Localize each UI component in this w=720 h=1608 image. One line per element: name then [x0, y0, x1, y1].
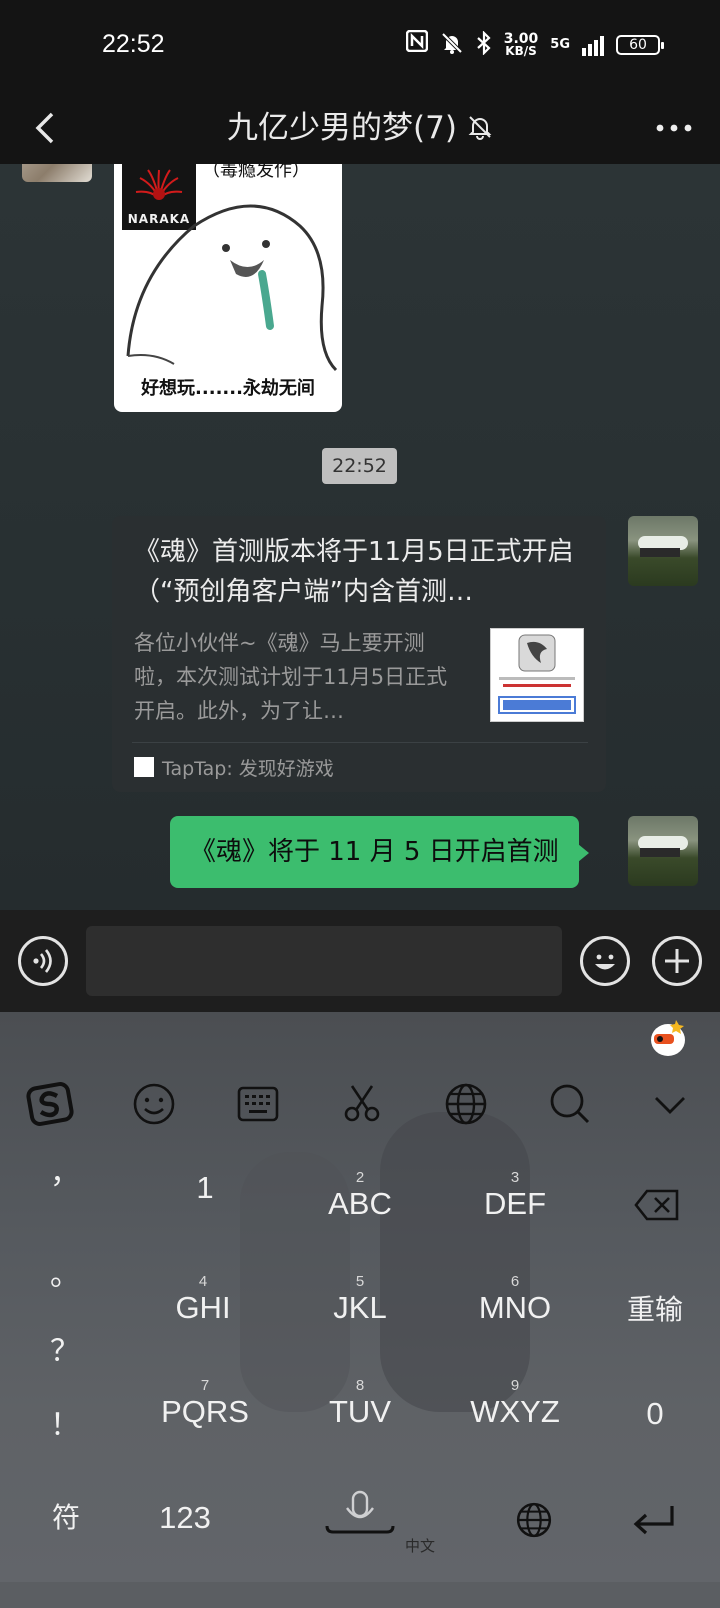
key-5[interactable]: 5 JKL	[300, 1274, 420, 1326]
emoji-icon	[595, 954, 615, 970]
key-1[interactable]: 1	[150, 1170, 260, 1206]
retype-key[interactable]: 重输	[610, 1292, 700, 1328]
key-3[interactable]: 3 DEF	[455, 1170, 575, 1222]
plus-icon	[665, 949, 689, 973]
punct-exclaim-key[interactable]: ！	[40, 1400, 90, 1444]
signal-icon	[582, 34, 604, 56]
link-card-description: 各位小伙伴~《魂》马上要开测啦，本次测试计划于11月5日正式开启。此外，为了让…	[134, 631, 448, 723]
globe-icon	[516, 1502, 552, 1538]
net-speed: 3.00 KB/S	[503, 30, 539, 58]
scissors-icon[interactable]	[338, 1080, 386, 1128]
space-key[interactable]: 中文	[300, 1488, 435, 1558]
link-card-source-label: TapTap: 发现好游戏	[162, 757, 334, 780]
key-0[interactable]: 0	[610, 1396, 700, 1432]
voice-button[interactable]	[18, 936, 68, 986]
emoji-icon[interactable]	[130, 1080, 178, 1128]
key-8[interactable]: 8 TUV	[300, 1378, 420, 1430]
bluetooth-icon	[476, 29, 492, 59]
keyboard-icon[interactable]	[234, 1080, 282, 1128]
taptap-icon	[134, 757, 154, 777]
status-bar: 22:52 3.00 KB/S 5G 60	[0, 0, 720, 92]
key-4[interactable]: 4 GHI	[148, 1274, 258, 1326]
chat-title-text: 九亿少男的梦(7)	[227, 110, 457, 146]
search-icon[interactable]	[546, 1080, 594, 1128]
key-7[interactable]: 7 PQRS	[140, 1378, 270, 1430]
voice-icon	[33, 949, 52, 973]
bell-off-icon	[440, 31, 464, 59]
status-time: 22:52	[102, 30, 165, 58]
sticker-caption: 好想玩.......永劫无间	[141, 378, 315, 399]
text-message-bubble[interactable]: 《魂》将于 11 月 5 日开启首测	[170, 816, 589, 888]
key-2[interactable]: 2 ABC	[300, 1170, 420, 1222]
link-card-message[interactable]: 《魂》首测版本将于11月5日正式开启（“预创角客户端”内含首测… 各位小伙伴~《…	[112, 516, 606, 792]
sticker-message[interactable]: （毒瘾发作） NARAKA 好想玩.......永劫无间	[114, 164, 342, 412]
network-type: 5G	[550, 37, 570, 52]
nfc-icon	[405, 29, 428, 59]
numeric-key[interactable]: 123	[140, 1500, 230, 1536]
globe-icon[interactable]	[442, 1080, 490, 1128]
enter-icon	[633, 1506, 674, 1535]
link-card-thumbnail	[490, 628, 584, 722]
chat-area[interactable]: （毒瘾发作） NARAKA 好想玩.......永劫无间 22:52 《魂》首测…	[0, 164, 720, 910]
punct-period-key[interactable]: 。	[40, 1250, 90, 1294]
chat-title: 九亿少男的梦(7)	[0, 104, 720, 154]
microphone-icon	[325, 1490, 395, 1534]
title-bar: 九亿少男的梦(7)	[0, 92, 720, 164]
enter-key[interactable]	[612, 1500, 696, 1545]
symbols-key[interactable]: 符	[36, 1500, 96, 1536]
plus-button[interactable]	[652, 936, 702, 986]
backspace-icon	[634, 1189, 679, 1221]
punct-comma-key[interactable]: ，	[40, 1148, 90, 1192]
avatar-peer[interactable]	[22, 164, 92, 182]
more-dots-icon	[656, 124, 692, 132]
avatar-self[interactable]	[628, 516, 698, 586]
message-input[interactable]	[86, 926, 562, 996]
punct-question-key[interactable]: ？	[40, 1326, 90, 1370]
chevron-down-icon[interactable]	[646, 1080, 694, 1128]
bell-off-icon	[467, 106, 493, 154]
link-card-divider	[132, 742, 588, 743]
message-timestamp: 22:52	[322, 448, 397, 484]
emoji-button[interactable]	[580, 936, 630, 986]
sogou-logo-icon[interactable]	[26, 1080, 74, 1128]
link-card-source: TapTap: 发现好游戏	[134, 752, 334, 782]
input-bar	[0, 910, 720, 1012]
more-button[interactable]	[654, 110, 694, 146]
link-card-title: 《魂》首测版本将于11月5日正式开启（“预创角客户端”内含首测…	[134, 537, 574, 607]
key-6[interactable]: 6 MNO	[455, 1274, 575, 1326]
globe-key[interactable]	[506, 1500, 562, 1545]
avatar-self[interactable]	[628, 816, 698, 886]
key-9[interactable]: 9 WXYZ	[445, 1378, 585, 1430]
battery-icon: 60	[616, 34, 664, 55]
keyboard-bottom-strip	[0, 1582, 720, 1608]
mascot-icon[interactable]	[648, 1014, 688, 1058]
backspace-key[interactable]	[622, 1188, 692, 1227]
status-icons: 3.00 KB/S 5G 60	[405, 29, 664, 59]
